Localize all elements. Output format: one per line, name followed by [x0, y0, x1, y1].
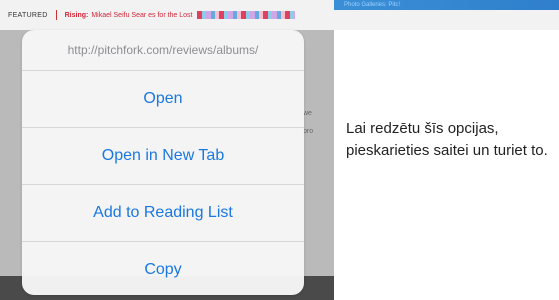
photo-galleries-banner[interactable]: Photo Galleries: Pitc!	[334, 0, 559, 10]
add-to-reading-list-button[interactable]: Add to Reading List	[22, 184, 304, 241]
photo-galleries-link[interactable]: Photo Galleries: Pitc!	[344, 2, 400, 8]
open-button[interactable]: Open	[22, 70, 304, 127]
copy-button[interactable]: Copy	[22, 241, 304, 295]
rising-label[interactable]: Rising:	[65, 12, 89, 19]
featured-label[interactable]: FEATURED	[0, 12, 48, 19]
headline-link[interactable]: Mikael Seifu Sear es for the Lost	[91, 12, 192, 19]
instruction-caption: Lai redzētu šīs opcijas, pieskarieties s…	[346, 120, 548, 159]
link-url: http://pitchfork.com/reviews/albums/	[67, 43, 259, 57]
link-context-menu: http://pitchfork.com/reviews/albums/ Ope…	[22, 30, 304, 295]
open-in-new-tab-button[interactable]: Open in New Tab	[22, 127, 304, 184]
divider	[55, 10, 57, 20]
glitch-image	[196, 11, 295, 19]
